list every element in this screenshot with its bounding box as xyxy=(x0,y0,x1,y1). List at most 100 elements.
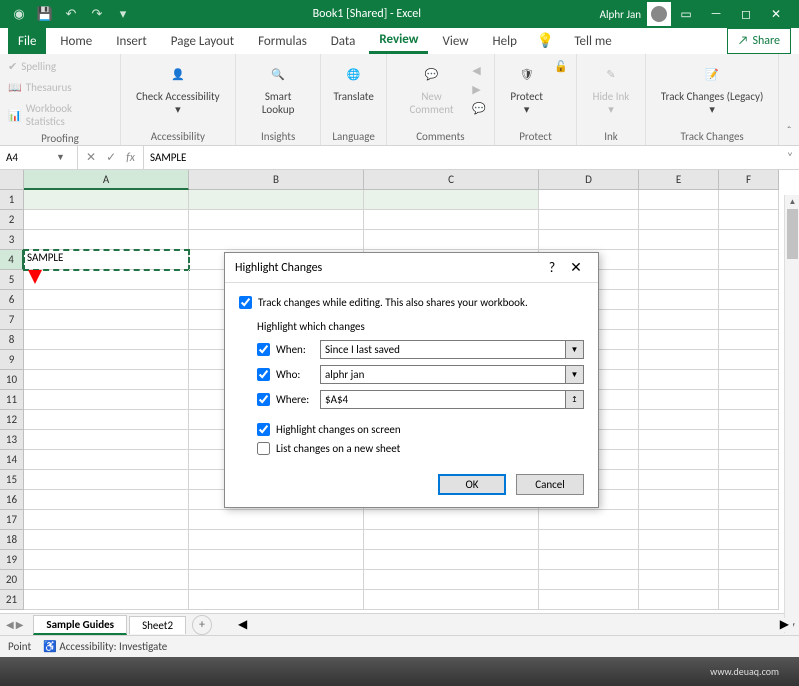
cell[interactable] xyxy=(719,250,779,270)
cell[interactable] xyxy=(539,530,639,550)
rowhead-5[interactable]: 5 xyxy=(0,270,24,290)
rowhead-1[interactable]: 1 xyxy=(0,190,24,210)
rowhead-10[interactable]: 10 xyxy=(0,370,24,390)
cell[interactable] xyxy=(189,550,364,570)
tab-home[interactable]: Home xyxy=(50,28,102,54)
cell[interactable] xyxy=(639,290,719,310)
autosave-toggle[interactable]: ◉ xyxy=(8,3,30,25)
colhead-a[interactable]: A xyxy=(24,170,189,190)
dialog-help-icon[interactable]: ? xyxy=(540,259,564,276)
cell[interactable] xyxy=(24,390,189,410)
ribbon-display-icon[interactable]: ▭ xyxy=(671,0,701,28)
cell[interactable] xyxy=(639,310,719,330)
cell[interactable] xyxy=(719,390,779,410)
lightbulb-icon[interactable]: 💡 xyxy=(531,28,560,54)
sheet-nav-next-icon[interactable]: ▶ xyxy=(16,618,24,631)
cell[interactable] xyxy=(639,470,719,490)
cell[interactable] xyxy=(24,430,189,450)
colhead-e[interactable]: E xyxy=(639,170,719,190)
check-accessibility-cmd[interactable]: 👤Check Accessibility ▾ xyxy=(129,58,227,118)
cell[interactable] xyxy=(719,430,779,450)
cell[interactable] xyxy=(719,330,779,350)
tab-insert[interactable]: Insert xyxy=(106,28,157,54)
sheet-nav-prev-icon[interactable]: ◀ xyxy=(6,618,14,631)
rowhead-3[interactable]: 3 xyxy=(0,230,24,250)
smart-lookup-cmd[interactable]: 🔍Smart Lookup xyxy=(244,58,313,118)
cell[interactable] xyxy=(24,590,189,610)
who-input[interactable] xyxy=(320,365,566,384)
cancel-button[interactable]: Cancel xyxy=(516,474,584,495)
sheet-tab-sample-guides[interactable]: Sample Guides xyxy=(33,615,127,635)
tab-file[interactable]: File xyxy=(8,28,46,54)
ok-button[interactable]: OK xyxy=(438,474,506,495)
save-icon[interactable]: 💾 xyxy=(34,3,56,25)
who-label[interactable]: Who: xyxy=(257,368,312,381)
cell[interactable] xyxy=(639,550,719,570)
cell[interactable] xyxy=(539,230,639,250)
where-combo[interactable]: ↥ xyxy=(320,390,584,409)
translate-cmd[interactable]: 🌐Translate xyxy=(329,58,377,105)
cell[interactable] xyxy=(24,350,189,370)
colhead-c[interactable]: C xyxy=(364,170,539,190)
cell[interactable] xyxy=(24,190,189,210)
rowhead-21[interactable]: 21 xyxy=(0,590,24,610)
cell[interactable] xyxy=(539,570,639,590)
cell[interactable] xyxy=(639,190,719,210)
cell[interactable] xyxy=(24,470,189,490)
cell[interactable] xyxy=(719,410,779,430)
minimize-icon[interactable]: — xyxy=(701,0,731,28)
name-box-input[interactable] xyxy=(6,151,56,164)
cell[interactable] xyxy=(364,510,539,530)
colhead-f[interactable]: F xyxy=(719,170,779,190)
colhead-d[interactable]: D xyxy=(539,170,639,190)
cell[interactable] xyxy=(639,530,719,550)
cell[interactable] xyxy=(719,530,779,550)
cell[interactable] xyxy=(24,310,189,330)
cell[interactable] xyxy=(189,230,364,250)
accessibility-status[interactable]: ♿ Accessibility: Investigate xyxy=(43,640,167,653)
cell[interactable] xyxy=(719,470,779,490)
cell[interactable] xyxy=(639,250,719,270)
hscroll-right-icon[interactable]: ▶ xyxy=(780,617,789,632)
workbook-stats-cmd[interactable]: 📊Workbook Statistics xyxy=(8,100,112,130)
cell[interactable]: SAMPLE xyxy=(24,250,189,270)
cell[interactable] xyxy=(24,330,189,350)
track-changes-label[interactable]: Track changes while editing. This also s… xyxy=(258,296,528,309)
spelling-cmd[interactable]: ✔Spelling xyxy=(8,58,56,75)
rowhead-12[interactable]: 12 xyxy=(0,410,24,430)
cell[interactable] xyxy=(719,290,779,310)
cell[interactable] xyxy=(719,450,779,470)
cell[interactable] xyxy=(364,230,539,250)
when-dropdown-icon[interactable]: ▼ xyxy=(566,340,584,359)
when-checkbox[interactable] xyxy=(257,343,270,356)
who-checkbox[interactable] xyxy=(257,368,270,381)
cell[interactable] xyxy=(24,370,189,390)
cell[interactable] xyxy=(364,190,539,210)
colhead-b[interactable]: B xyxy=(189,170,364,190)
rowhead-7[interactable]: 7 xyxy=(0,310,24,330)
new-sheet-button[interactable]: + xyxy=(192,615,212,635)
formula-input[interactable] xyxy=(144,146,781,169)
cell[interactable] xyxy=(189,190,364,210)
cell[interactable] xyxy=(639,230,719,250)
cell[interactable] xyxy=(719,590,779,610)
scroll-up-icon[interactable]: ▲ xyxy=(785,195,799,209)
cell[interactable] xyxy=(719,310,779,330)
cell[interactable] xyxy=(639,390,719,410)
cell[interactable] xyxy=(639,210,719,230)
when-label[interactable]: When: xyxy=(257,343,312,356)
rowhead-15[interactable]: 15 xyxy=(0,470,24,490)
tab-view[interactable]: View xyxy=(432,28,478,54)
cell[interactable] xyxy=(719,510,779,530)
cell[interactable] xyxy=(719,190,779,210)
cell[interactable] xyxy=(24,550,189,570)
highlight-screen-checkbox[interactable] xyxy=(257,423,270,436)
range-picker-icon[interactable]: ↥ xyxy=(566,390,584,409)
cell[interactable] xyxy=(364,210,539,230)
namebox-dropdown-icon[interactable]: ▼ xyxy=(56,152,65,163)
cell[interactable] xyxy=(24,570,189,590)
cell[interactable] xyxy=(719,270,779,290)
rowhead-13[interactable]: 13 xyxy=(0,430,24,450)
cell[interactable] xyxy=(364,550,539,570)
cell[interactable] xyxy=(24,510,189,530)
